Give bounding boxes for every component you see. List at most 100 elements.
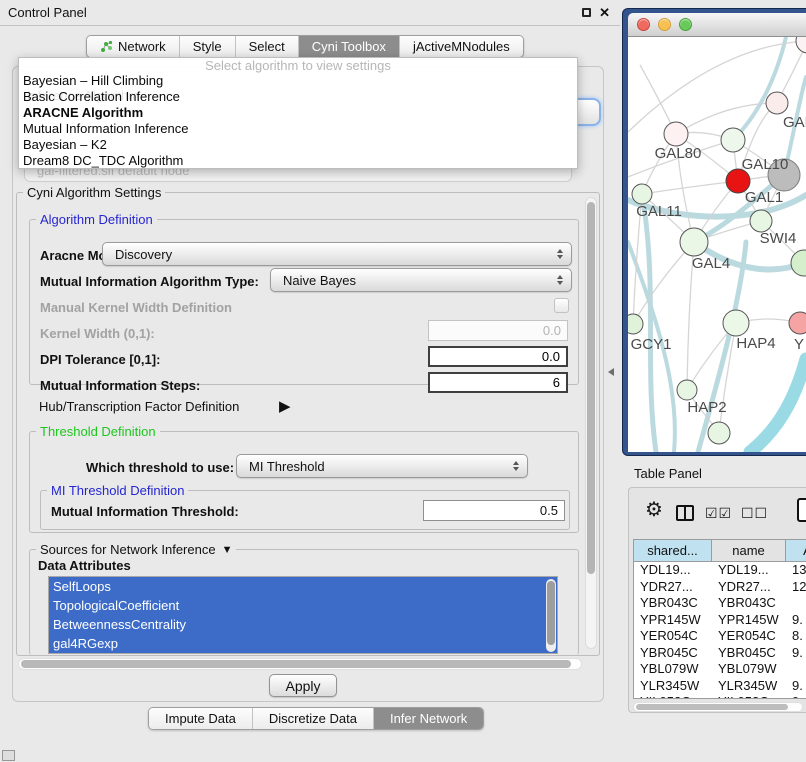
node-unlabeled-bottom[interactable] xyxy=(708,422,730,444)
minimize-traffic-light-icon[interactable] xyxy=(658,18,671,31)
tab-jactivemnodules[interactable]: jActiveMNodules xyxy=(400,36,523,57)
settings-horizontal-scrollbar-thumb[interactable] xyxy=(21,660,571,668)
minimized-panel-icon[interactable] xyxy=(2,750,15,761)
table-row[interactable]: YDL19...YDL19...13 xyxy=(634,562,806,579)
node-label: HAP2 xyxy=(687,399,726,416)
tab-style[interactable]: Style xyxy=(180,36,236,57)
attribute-item[interactable]: BetweennessCentrality xyxy=(49,615,557,634)
settings-vertical-scrollbar-thumb[interactable] xyxy=(587,202,595,574)
attribute-item[interactable]: gal4RGexp xyxy=(49,634,557,653)
column-header-name[interactable]: name xyxy=(712,540,786,561)
node-gcy1[interactable] xyxy=(628,314,643,334)
settings-vertical-scrollbar[interactable] xyxy=(585,197,597,649)
collapse-arrow-icon: ▼ xyxy=(222,544,233,556)
dpi-tolerance-field[interactable]: 0.0 xyxy=(428,346,568,367)
table-horizontal-scrollbar-thumb[interactable] xyxy=(636,704,788,710)
float-window-icon[interactable] xyxy=(582,8,591,17)
table-panel-toolbar: ⚙ ☑☑ ☐☐ xyxy=(629,496,806,532)
attribute-item[interactable]: TopologicalCoefficient xyxy=(49,596,557,615)
node-y-partial[interactable] xyxy=(789,312,806,334)
manual-kernel-label: Manual Kernel Width Definition xyxy=(40,300,232,315)
node-unlabeled-top[interactable] xyxy=(796,37,806,53)
network-canvas[interactable]: GAL80 GAL10 GAL1 GAL11 SWI4 GAL4 GCY1 HA… xyxy=(628,37,806,452)
table-row[interactable]: YER054CYER054C8. xyxy=(634,628,806,645)
close-traffic-light-icon[interactable] xyxy=(637,18,650,31)
which-threshold-combobox[interactable]: MI Threshold xyxy=(236,454,528,478)
node-hap2[interactable] xyxy=(677,380,697,400)
document-icon[interactable] xyxy=(797,498,806,522)
data-attributes-list[interactable]: SelfLoops TopologicalCoefficient Between… xyxy=(48,576,558,654)
algorithm-option[interactable]: Mutual Information Inference xyxy=(19,121,577,137)
table-row[interactable]: YPR145WYPR145W9. xyxy=(634,612,806,629)
sources-title-wrap[interactable]: Sources for Network Inference ▼ xyxy=(36,542,236,557)
algorithm-option-selected[interactable]: ARACNE Algorithm xyxy=(19,105,577,121)
cell: 9. xyxy=(786,612,806,629)
attribute-item[interactable]: SelfLoops xyxy=(49,577,557,596)
algorithm-option[interactable]: Basic Correlation Inference xyxy=(19,89,577,105)
table-row[interactable]: YBL079WYBL079W xyxy=(634,661,806,678)
cell: YBR043C xyxy=(634,595,712,612)
apply-button[interactable]: Apply xyxy=(269,674,337,697)
mi-algorithm-type-combobox[interactable]: Naive Bayes xyxy=(270,268,572,292)
node-gal-partial[interactable] xyxy=(766,92,788,114)
kernel-width-field[interactable]: 0.0 xyxy=(428,320,568,341)
node-hap4[interactable] xyxy=(723,310,749,336)
column-header-shared-name[interactable]: shared... xyxy=(634,540,712,561)
cell: YER054C xyxy=(634,628,712,645)
tab-discretize-data-label: Discretize Data xyxy=(269,711,357,726)
cell: YDR27... xyxy=(712,579,786,596)
table-horizontal-scrollbar[interactable] xyxy=(633,702,803,712)
mi-type-value: Naive Bayes xyxy=(283,273,356,288)
cell: YDR27... xyxy=(634,579,712,596)
node-label: GAL10 xyxy=(742,156,789,173)
network-view-window[interactable]: GAL80 GAL10 GAL1 GAL11 SWI4 GAL4 GCY1 HA… xyxy=(622,8,806,456)
panel-divider-collapse-icon[interactable] xyxy=(608,368,614,376)
node-swi4[interactable] xyxy=(750,210,772,232)
tab-impute-data[interactable]: Impute Data xyxy=(149,708,253,729)
attribute-list-scrollbar[interactable] xyxy=(546,579,556,652)
table-row[interactable]: YDR27...YDR27...12 xyxy=(634,579,806,596)
node-gal80[interactable] xyxy=(664,122,688,146)
zoom-traffic-light-icon[interactable] xyxy=(679,18,692,31)
algorithm-option[interactable]: Bayesian – Hill Climbing xyxy=(19,73,577,89)
split-columns-icon[interactable] xyxy=(676,505,694,521)
tab-infer-network[interactable]: Infer Network xyxy=(374,708,483,729)
aracne-mode-combobox[interactable]: Discovery xyxy=(102,242,572,266)
tab-discretize-data[interactable]: Discretize Data xyxy=(253,708,374,729)
node-label: GAL1 xyxy=(745,189,783,206)
node-gal10[interactable] xyxy=(721,128,745,152)
unchecked-checkboxes-icon[interactable]: ☐☐ xyxy=(741,505,768,522)
gear-icon[interactable]: ⚙ xyxy=(645,500,663,520)
kernel-width-label: Kernel Width (0,1): xyxy=(40,326,155,341)
settings-horizontal-scrollbar[interactable] xyxy=(18,658,582,670)
mi-threshold-field[interactable]: 0.5 xyxy=(423,500,565,521)
sources-title: Sources for Network Inference xyxy=(40,542,216,557)
node-unlabeled-right[interactable] xyxy=(791,250,806,276)
mi-steps-field[interactable]: 6 xyxy=(428,372,568,393)
node-label: SWI4 xyxy=(760,230,797,247)
cell: YPR145W xyxy=(634,612,712,629)
tab-cyni-toolbox[interactable]: Cyni Toolbox xyxy=(299,36,400,57)
node-gal4[interactable] xyxy=(680,228,708,256)
tab-network[interactable]: Network xyxy=(87,36,180,57)
checked-checkboxes-icon[interactable]: ☑☑ xyxy=(705,505,732,522)
table-row[interactable]: YLR345WYLR345W9. xyxy=(634,678,806,695)
attribute-list-scrollbar-thumb[interactable] xyxy=(547,581,555,645)
column-header-partial[interactable]: A xyxy=(786,540,806,561)
expand-arrow-icon[interactable]: ▶ xyxy=(279,397,291,415)
node-label: GAL11 xyxy=(636,203,682,220)
close-icon[interactable]: ✕ xyxy=(599,6,610,19)
table-row[interactable]: YIL052CYIL052C9 xyxy=(634,694,806,699)
table-panel: ⚙ ☑☑ ☐☐ shared... name A YDL19...YDL19..… xyxy=(628,487,806,713)
obscured-focused-combobox-fragment xyxy=(578,98,601,126)
manual-kernel-checkbox[interactable] xyxy=(554,298,569,313)
hub-definition-label[interactable]: Hub/Transcription Factor Definition xyxy=(39,399,239,414)
table-row[interactable]: YBR043CYBR043C xyxy=(634,595,806,612)
node-gal11[interactable] xyxy=(632,184,652,204)
tab-select[interactable]: Select xyxy=(236,36,299,57)
kernel-width-value: 0.0 xyxy=(543,323,561,338)
algorithm-option[interactable]: Bayesian – K2 xyxy=(19,137,577,153)
node-table[interactable]: shared... name A YDL19...YDL19...13 YDR2… xyxy=(633,539,806,699)
algorithm-option[interactable]: Dream8 DC_TDC Algorithm xyxy=(19,153,577,169)
table-row[interactable]: YBR045CYBR045C9. xyxy=(634,645,806,662)
